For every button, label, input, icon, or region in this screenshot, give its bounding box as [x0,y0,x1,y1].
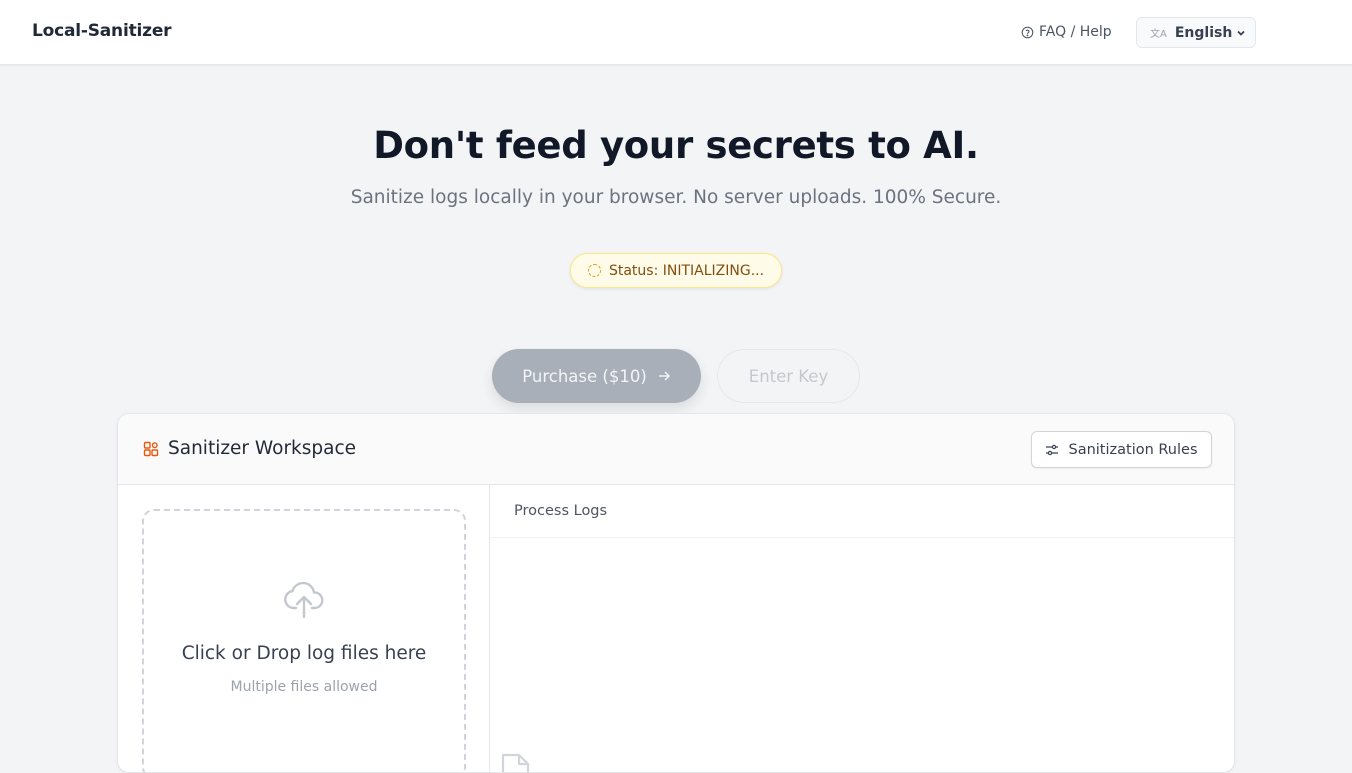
process-logs-label: Process Logs [514,503,608,519]
translate-icon: 文A [1150,29,1167,40]
faq-help-link[interactable]: FAQ / Help [1021,22,1112,42]
help-circle-icon [1021,26,1034,38]
language-label: English [1174,24,1233,41]
process-logs-body [490,538,1234,772]
sliders-icon [1046,444,1059,455]
top-navbar: Local-Sanitizer FAQ / Help 文A English [0,0,1352,65]
brand-logo-text[interactable]: Local-Sanitizer [32,21,172,41]
status-badge: Status: INITIALIZING... [570,253,782,288]
grid-shapes-icon [143,441,159,456]
sanitization-rules-label: Sanitization Rules [1068,441,1198,458]
hero-subtitle: Sanitize logs locally in your browser. N… [350,187,1002,208]
enter-key-button[interactable]: Enter Key [717,349,860,403]
purchase-button-label: Purchase ($10) [522,366,647,386]
file-icon [501,753,530,772]
language-selector[interactable]: 文A English [1136,17,1256,48]
file-dropzone[interactable]: Click or Drop log files here Multiple fi… [142,509,466,772]
enter-key-label: Enter Key [748,366,829,386]
loader-icon [587,264,601,277]
sanitization-rules-button[interactable]: Sanitization Rules [1031,431,1212,468]
status-text: Status: INITIALIZING... [608,262,765,279]
dropzone-hint: Multiple files allowed [230,679,378,695]
purchase-button[interactable]: Purchase ($10) [492,349,701,403]
dropzone-title: Click or Drop log files here [181,643,427,664]
chevron-down-icon [1237,30,1245,36]
workspace-header: Sanitizer Workspace Sanitization Rules [118,414,1234,485]
upload-pane: Click or Drop log files here Multiple fi… [118,485,490,772]
upload-cloud-icon [284,581,324,619]
arrow-right-icon [658,371,670,381]
faq-help-label: FAQ / Help [1039,24,1112,40]
process-logs-header: Process Logs [490,485,1234,538]
workspace-title: Sanitizer Workspace [143,438,356,459]
hero-title: Don't feed your secrets to AI. [373,124,979,167]
sanitizer-workspace-panel: Sanitizer Workspace Sanitization Rules C… [117,413,1235,773]
workspace-title-text: Sanitizer Workspace [168,438,357,459]
